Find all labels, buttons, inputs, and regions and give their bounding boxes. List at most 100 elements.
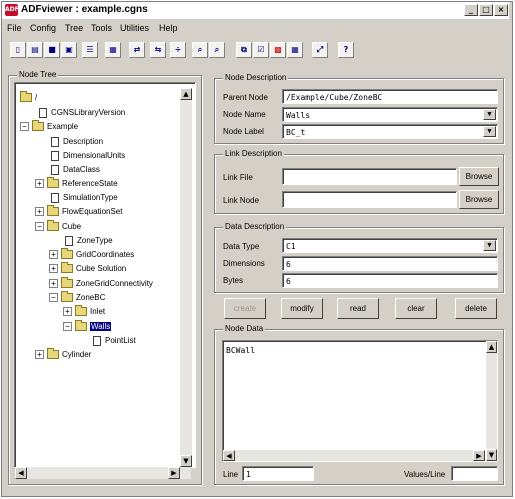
tree-node-pointlist[interactable]: PointList [91, 336, 136, 348]
tree-node-cylinder[interactable]: + Cylinder [35, 348, 91, 362]
tree-node-cgnslibraryversion[interactable]: CGNSLibraryVersion [37, 108, 125, 120]
dropdown-arrow-icon[interactable]: ▼ [483, 240, 496, 251]
tree-node-dataclass[interactable]: DataClass [49, 165, 100, 177]
clear-button[interactable]: clear [395, 298, 437, 319]
view-icon[interactable]: ▦ [105, 42, 121, 58]
dimensions-field[interactable]: 6 [282, 256, 498, 271]
expand-icon[interactable]: + [49, 279, 58, 289]
tree-node-label: CGNSLibraryVersion [51, 108, 126, 118]
link-node-browse-button[interactable]: Browse [459, 190, 499, 209]
scroll-right-icon[interactable]: ▶ [473, 450, 485, 461]
document-icon [39, 108, 47, 118]
bytes-field[interactable]: 6 [282, 273, 498, 288]
tree-node-label: DataClass [63, 165, 100, 175]
data-type-field[interactable]: C1 ▼ [282, 238, 498, 253]
dropdown-arrow-icon[interactable]: ▼ [483, 126, 496, 137]
folder-icon [61, 291, 73, 303]
line-field[interactable]: 1 [242, 466, 314, 481]
values-per-line-label: Values/Line [404, 470, 446, 479]
tree-node-walls[interactable]: − Walls [63, 320, 112, 334]
values-per-line-field[interactable] [451, 466, 498, 481]
menu-tools[interactable]: Tools [91, 23, 112, 33]
node-tree[interactable]: / CGNSLibraryVersion − Example Descriptio… [14, 82, 196, 468]
scroll-left-icon[interactable]: ◀ [223, 450, 235, 461]
link-file-field[interactable] [282, 168, 457, 185]
expand-icon[interactable]: + [49, 250, 58, 260]
folder-icon [75, 305, 87, 317]
tree-node-gridcoordinates[interactable]: + GridCoordinates [49, 248, 134, 262]
delete-button[interactable]: delete [455, 298, 497, 319]
link-file-browse-button[interactable]: Browse [459, 167, 499, 186]
link-icon[interactable]: ⇄ [129, 42, 145, 58]
menu-file[interactable]: File [7, 23, 22, 33]
node-label-field[interactable]: BC_t ▼ [282, 124, 498, 139]
tree-node-zonegridconnectivity[interactable]: + ZoneGridConnectivity [49, 277, 153, 291]
find-next-icon[interactable]: ⌕ [209, 42, 225, 58]
help-icon[interactable]: ? [338, 42, 354, 58]
tree-node-cube[interactable]: − Cube [35, 220, 81, 234]
save-as-icon[interactable]: ▣ [61, 42, 77, 58]
scroll-left-icon[interactable]: ◀ [15, 467, 27, 479]
tree-node-flowequationset[interactable]: + FlowEquationSet [35, 205, 122, 219]
check-icon[interactable]: ☑ [253, 42, 269, 58]
find-icon[interactable]: ⌕ [192, 42, 208, 58]
tree-node-zonebc[interactable]: − ZoneBC [49, 291, 105, 305]
ratio-icon[interactable]: ÷ [170, 42, 186, 58]
collapse-icon[interactable]: − [49, 293, 58, 303]
tree-node-cube-solution[interactable]: + Cube Solution [49, 262, 126, 276]
data-type-value: C1 [286, 242, 296, 251]
maximize-icon[interactable]: □ [479, 4, 493, 16]
save-icon[interactable]: ■ [44, 42, 60, 58]
minimize-icon[interactable]: _ [464, 4, 478, 16]
menu-help[interactable]: Help [159, 23, 178, 33]
node-data-text[interactable]: BCWall [222, 340, 498, 462]
link-node-field[interactable] [282, 191, 457, 208]
parent-node-field[interactable]: /Example/Cube/ZoneBC [282, 89, 498, 104]
scroll-up-icon[interactable]: ▲ [486, 341, 497, 353]
modify-button[interactable]: modify [281, 298, 323, 319]
tree-node-referencestate[interactable]: + ReferenceState [35, 177, 118, 191]
collapse-icon[interactable]: − [20, 122, 29, 132]
tree-node-example[interactable]: − Example [20, 120, 78, 134]
create-button[interactable]: create [224, 298, 266, 319]
expand-icon[interactable]: + [35, 207, 44, 217]
grid-icon[interactable]: ▦ [287, 42, 303, 58]
expand-icon[interactable]: + [35, 179, 44, 189]
expand-icon[interactable]: + [49, 264, 58, 274]
plot-icon[interactable]: ▩ [270, 42, 286, 58]
tree-node-dimensionalunits[interactable]: DimensionalUnits [49, 151, 125, 163]
open-icon[interactable]: ▤ [27, 42, 43, 58]
expand-icon[interactable]: + [63, 307, 72, 317]
new-icon[interactable]: ▯ [10, 42, 26, 58]
scroll-right-icon[interactable]: ▶ [168, 467, 180, 479]
tree-node-root[interactable]: / [20, 91, 38, 105]
collapse-icon[interactable]: − [35, 222, 44, 232]
tree-node-inlet[interactable]: + Inlet [63, 305, 105, 319]
tree-horizontal-scrollbar[interactable] [15, 467, 191, 479]
close-icon[interactable]: × [494, 4, 508, 16]
menu-config[interactable]: Config [30, 23, 56, 33]
menu-utilities[interactable]: Utilities [120, 23, 149, 33]
scroll-up-icon[interactable]: ▲ [180, 88, 192, 100]
tree-node-zonetype[interactable]: ZoneType [63, 236, 113, 248]
expand-icon[interactable]: ⤢ [312, 42, 328, 58]
tree-node-description[interactable]: Description [49, 137, 103, 149]
tree-vertical-scrollbar[interactable] [180, 88, 192, 456]
dropdown-arrow-icon[interactable]: ▼ [483, 109, 496, 120]
tree-node-label: / [35, 93, 38, 102]
copy-icon[interactable]: ⧉ [236, 42, 252, 58]
node-data-horizontal-scrollbar[interactable] [223, 450, 485, 461]
node-name-field[interactable]: Walls ▼ [282, 107, 498, 122]
folder-icon [20, 91, 32, 103]
node-data-vertical-scrollbar[interactable] [486, 341, 497, 461]
collapse-icon[interactable]: − [63, 322, 72, 332]
menu-tree[interactable]: Tree [65, 23, 83, 33]
expand-icon[interactable]: + [35, 350, 44, 360]
properties-icon[interactable]: ☰ [82, 42, 98, 58]
scroll-down-icon[interactable]: ▼ [180, 455, 192, 467]
read-button[interactable]: read [337, 298, 379, 319]
app-icon: ADF [5, 4, 19, 16]
unlink-icon[interactable]: ⇆ [150, 42, 166, 58]
tree-node-simulationtype[interactable]: SimulationType [49, 193, 118, 205]
scroll-down-icon[interactable]: ▼ [486, 449, 497, 461]
